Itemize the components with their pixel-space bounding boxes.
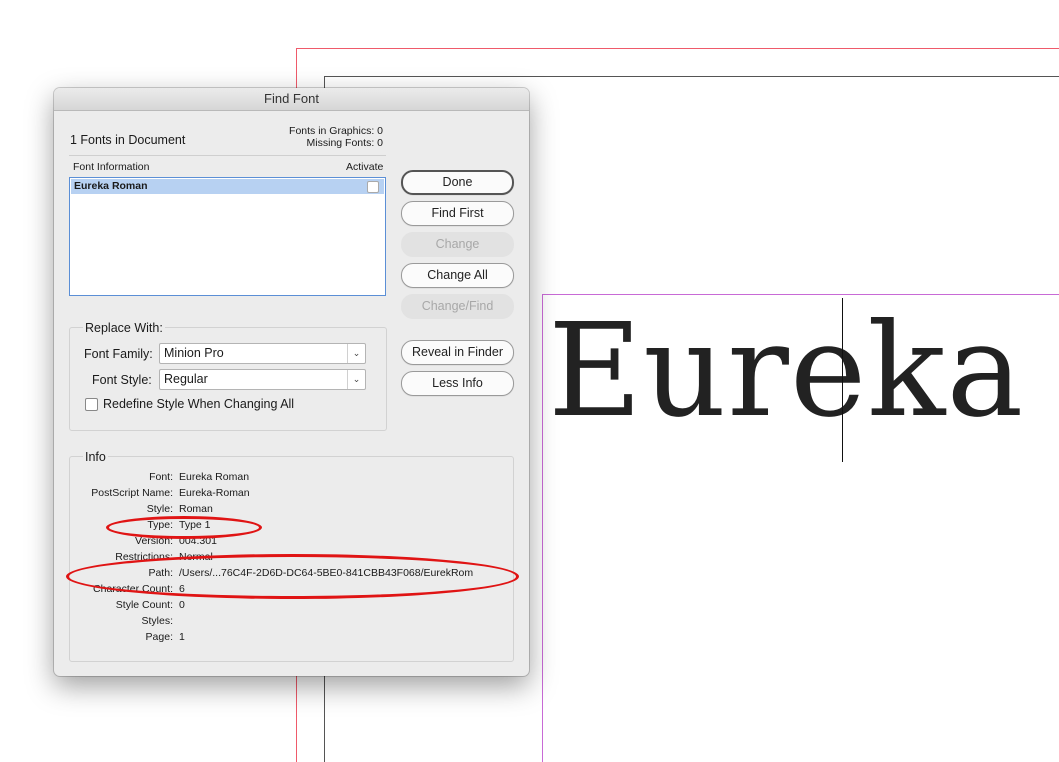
activate-checkbox[interactable] — [367, 181, 379, 193]
font-information-header: Font Information — [73, 161, 150, 173]
info-value-font: Eureka Roman — [179, 471, 250, 483]
change-find-button[interactable]: Change/Find — [401, 294, 514, 319]
font-list[interactable]: Eureka Roman — [69, 177, 386, 296]
redefine-style-checkbox[interactable] — [85, 398, 98, 411]
dialog-title[interactable]: Find Font — [54, 88, 529, 111]
page-bleed-line-top — [296, 48, 1059, 49]
chevron-down-icon[interactable]: ⌄ — [347, 370, 365, 389]
info-key-font: Font: — [149, 471, 173, 483]
annotation-oval-type — [106, 516, 262, 539]
info-value-style: Roman — [179, 503, 213, 515]
info-key-styles: Styles: — [141, 615, 173, 627]
font-family-value: Minion Pro — [164, 346, 224, 360]
text-frame-top — [542, 294, 1059, 295]
fonts-in-graphics-label: Fonts in Graphics: 0 — [289, 125, 383, 137]
info-key-postscript-name: PostScript Name: — [91, 487, 173, 499]
change-all-button[interactable]: Change All — [401, 263, 514, 288]
info-title: Info — [83, 450, 108, 464]
info-key-style: Style: — [146, 503, 173, 515]
font-list-row[interactable]: Eureka Roman — [71, 179, 384, 194]
font-style-select[interactable]: Regular ⌄ — [159, 369, 366, 390]
find-first-button[interactable]: Find First — [401, 201, 514, 226]
document-text[interactable]: Eureka — [548, 296, 1024, 446]
replace-with-title: Replace With: — [83, 321, 165, 335]
less-info-button[interactable]: Less Info — [401, 371, 514, 396]
redefine-style-label[interactable]: Redefine Style When Changing All — [103, 397, 294, 411]
divider — [69, 155, 386, 156]
font-family-select[interactable]: Minion Pro ⌄ — [159, 343, 366, 364]
info-key-page: Page: — [145, 631, 173, 643]
info-value-page: 1 — [179, 631, 185, 643]
reveal-in-finder-button[interactable]: Reveal in Finder — [401, 340, 514, 365]
text-frame-left — [542, 294, 543, 762]
activate-header: Activate — [346, 161, 384, 173]
page-edge-top — [324, 76, 1059, 77]
missing-fonts-label: Missing Fonts: 0 — [306, 137, 383, 149]
info-value-style-count: 0 — [179, 599, 185, 611]
font-style-label: Font Style: — [92, 373, 152, 387]
fonts-in-document-label: 1 Fonts in Document — [70, 133, 186, 147]
font-family-label: Font Family: — [84, 347, 153, 361]
change-button[interactable]: Change — [401, 232, 514, 257]
text-cursor — [842, 298, 843, 462]
done-button[interactable]: Done — [401, 170, 514, 195]
chevron-down-icon[interactable]: ⌄ — [347, 344, 365, 363]
font-style-value: Regular — [164, 372, 208, 386]
font-list-row-name: Eureka Roman — [74, 180, 148, 192]
info-value-postscript-name: Eureka-Roman — [179, 487, 250, 499]
annotation-oval-path — [66, 554, 519, 599]
info-key-style-count: Style Count: — [115, 599, 173, 611]
